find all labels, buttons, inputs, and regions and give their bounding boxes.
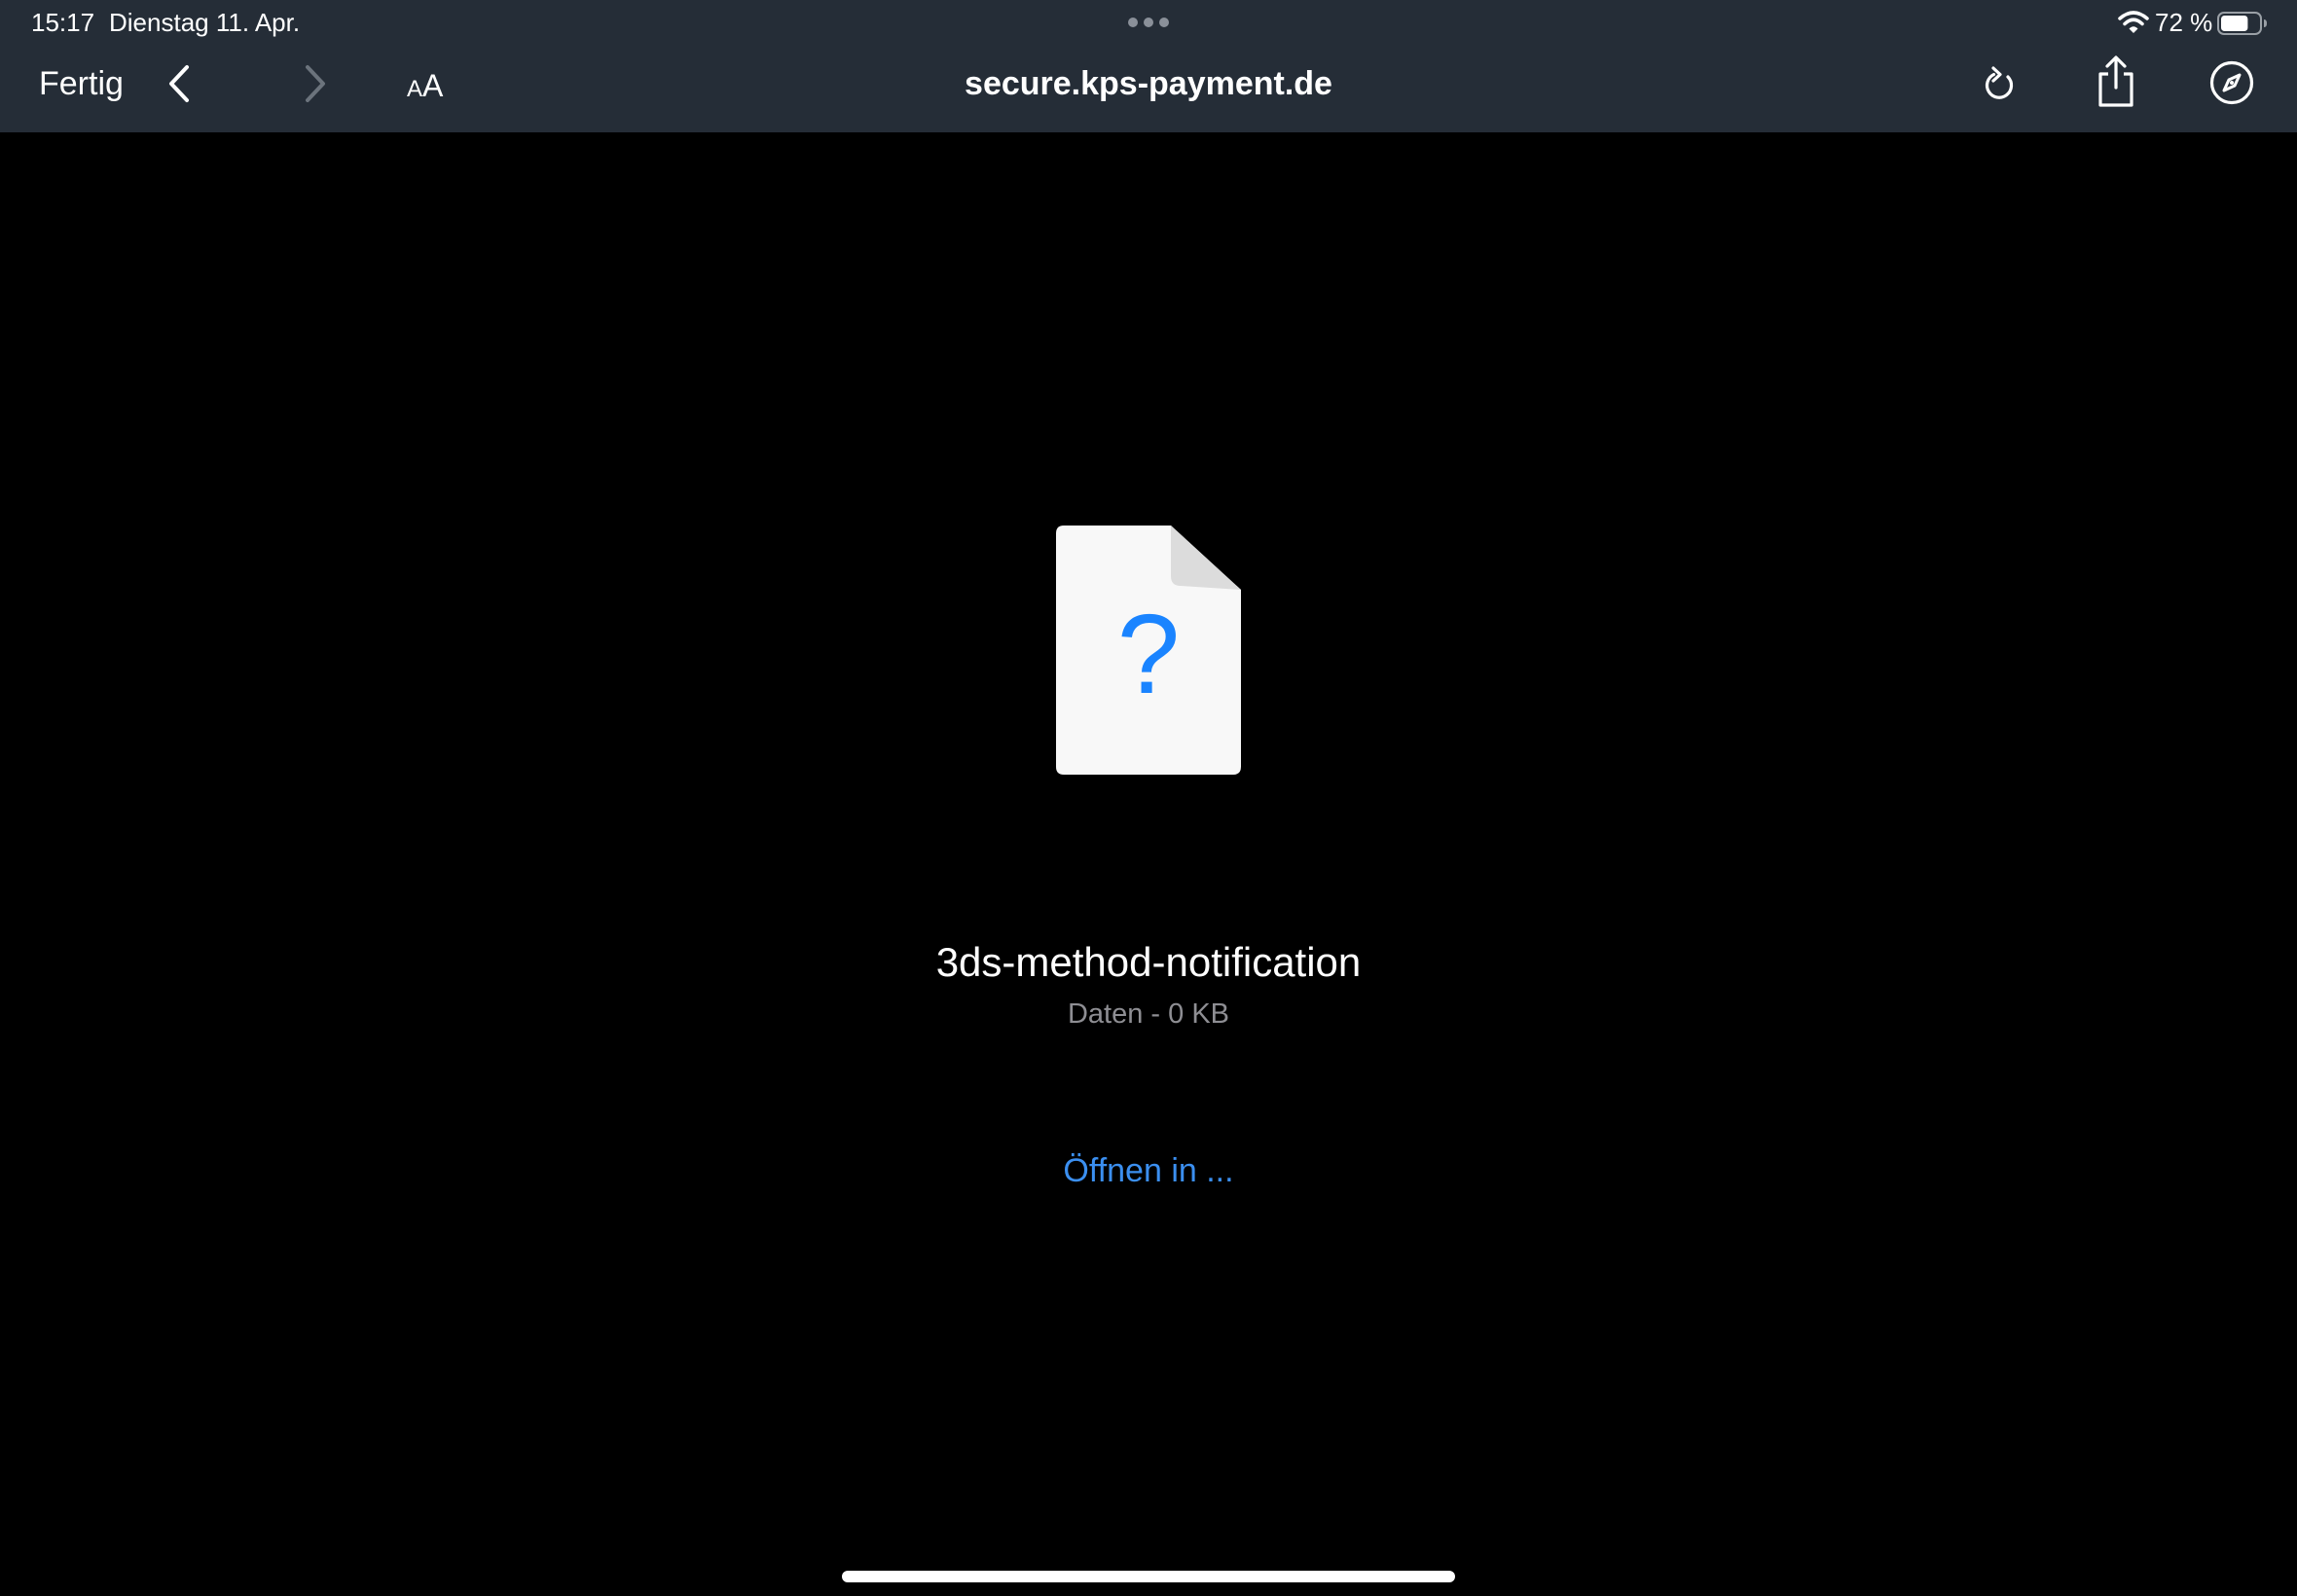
text-size-small-label: A	[407, 76, 423, 102]
quicklook-screen: 15:17 Dienstag 11. Apr. 72 % Fertig AA s…	[0, 0, 2297, 1596]
open-in-button[interactable]: Öffnen in ...	[954, 1148, 1343, 1193]
file-meta: Daten - 0 KB	[1067, 998, 1230, 1030]
unknown-file-icon: ?	[1056, 526, 1241, 775]
file-name: 3ds-method-notification	[935, 939, 1362, 985]
battery-percent: 72 %	[2155, 8, 2213, 37]
wifi-icon	[2118, 11, 2149, 33]
page-url: secure.kps-payment.de	[965, 65, 1332, 102]
home-indicator[interactable]	[842, 1571, 1455, 1582]
chevron-left-icon[interactable]	[164, 62, 195, 105]
status-time: 15:17	[31, 8, 95, 37]
chevron-right-icon[interactable]	[300, 62, 331, 105]
share-icon[interactable]	[2095, 54, 2137, 109]
done-button[interactable]: Fertig	[39, 62, 124, 105]
battery-icon	[2217, 12, 2267, 35]
reload-icon[interactable]	[1982, 60, 2021, 107]
text-size-button[interactable]: AA	[407, 64, 443, 114]
text-size-large-label: A	[422, 68, 444, 103]
file-icon-glyph: ?	[1117, 591, 1181, 717]
multitasking-dots-icon[interactable]	[1127, 17, 1170, 28]
compass-icon[interactable]	[2209, 60, 2254, 105]
browser-toolbar: 15:17 Dienstag 11. Apr. 72 % Fertig AA s…	[0, 0, 2297, 132]
status-date: Dienstag 11. Apr.	[109, 8, 301, 37]
